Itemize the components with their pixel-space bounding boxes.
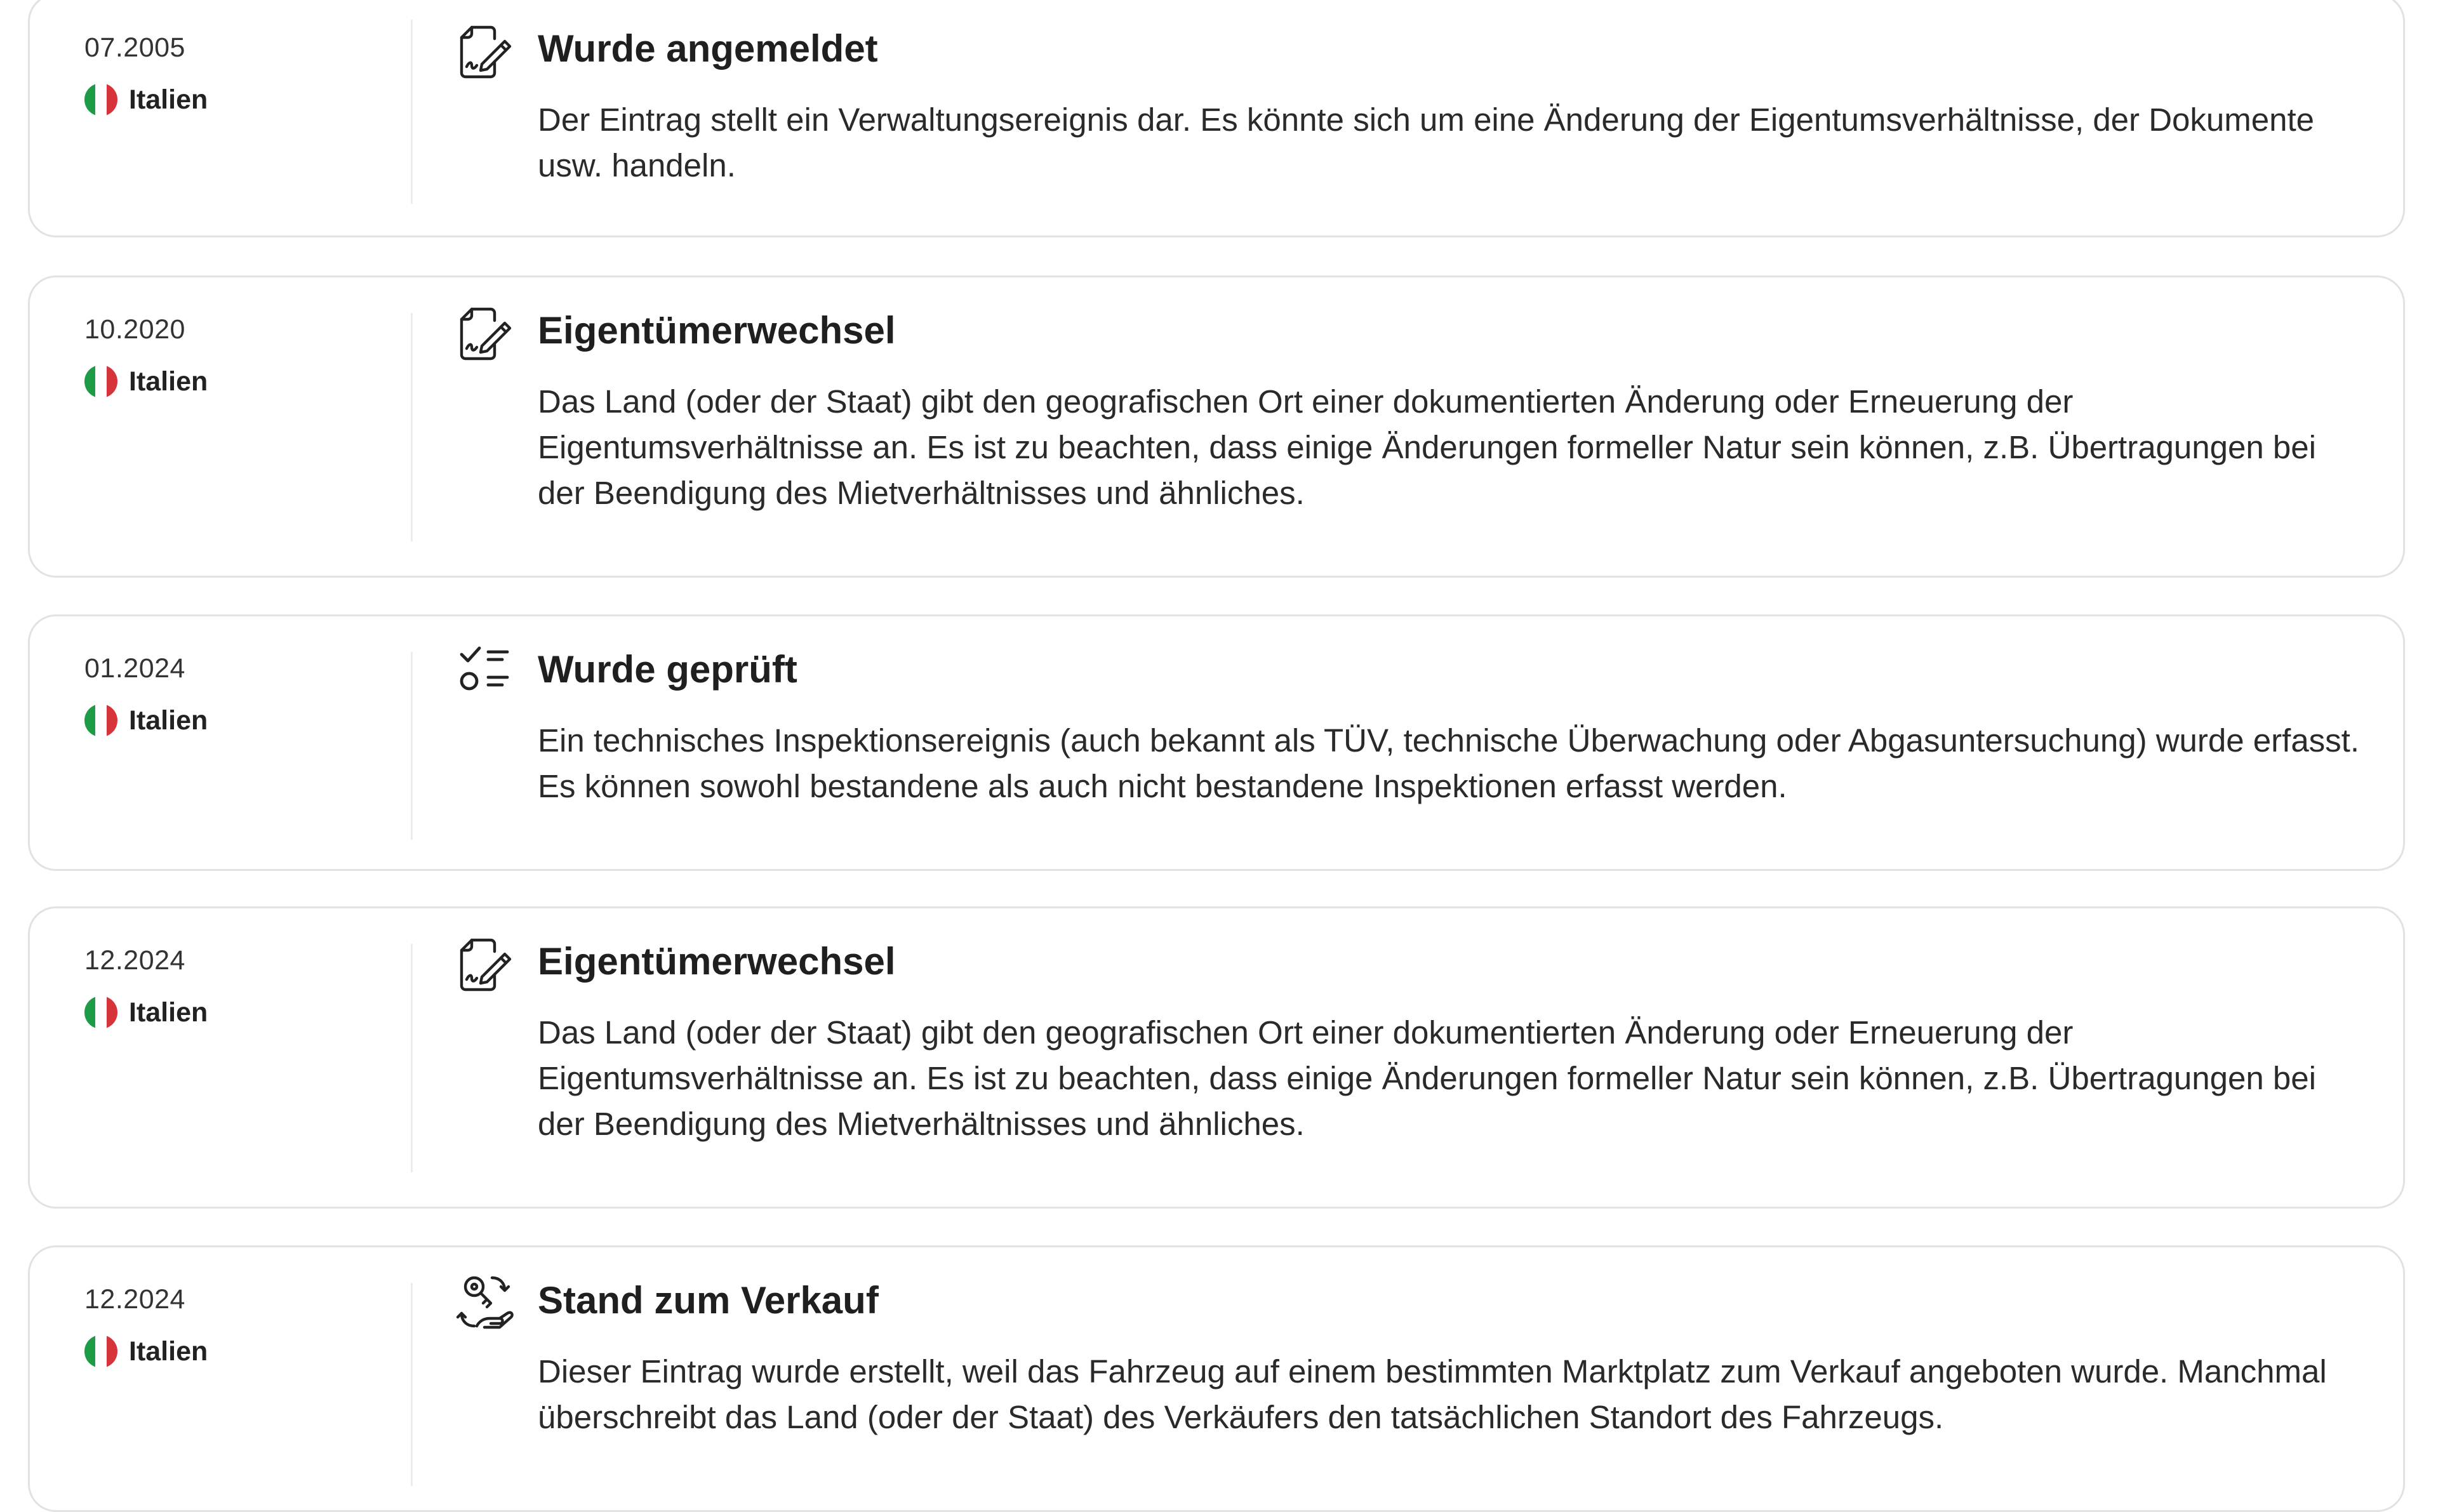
document-signature-icon bbox=[454, 18, 517, 82]
column-divider bbox=[411, 652, 413, 840]
event-description: Ein technisches Inspektionsereignis (auc… bbox=[538, 722, 2360, 804]
country-row: Italien bbox=[84, 83, 402, 116]
event-meta: 01.2024 Italien bbox=[84, 652, 402, 737]
checklist-icon bbox=[454, 639, 517, 703]
event-title: Wurde angemeldet bbox=[538, 27, 878, 70]
italy-flag-icon bbox=[84, 365, 117, 398]
event-meta: 10.2020 Italien bbox=[84, 313, 402, 398]
event-content: Eigentümerwechsel Das Land (oder der Sta… bbox=[538, 305, 2366, 516]
country-name: Italien bbox=[129, 366, 208, 397]
country-name: Italien bbox=[129, 705, 208, 736]
event-content: Wurde angemeldet Der Eintrag stellt ein … bbox=[538, 23, 2366, 189]
column-divider bbox=[411, 313, 413, 541]
country-row: Italien bbox=[84, 1335, 402, 1368]
event-description: Der Eintrag stellt ein Verwaltungsereign… bbox=[538, 102, 2315, 183]
italy-flag-icon bbox=[84, 704, 117, 737]
country-name: Italien bbox=[129, 1336, 208, 1367]
event-date: 01.2024 bbox=[84, 653, 185, 684]
italy-flag-icon bbox=[84, 83, 117, 116]
event-date: 07.2005 bbox=[84, 32, 185, 63]
event-date: 10.2020 bbox=[84, 314, 185, 345]
event-date: 12.2024 bbox=[84, 1284, 185, 1315]
event-card: 01.2024 Italien Wurde geprüft Ein techni… bbox=[28, 614, 2405, 871]
event-meta: 12.2024 Italien bbox=[84, 944, 402, 1029]
event-description: Das Land (oder der Staat) gibt den geogr… bbox=[538, 1014, 2316, 1142]
document-signature-icon bbox=[454, 300, 517, 364]
event-title: Wurde geprüft bbox=[538, 648, 797, 691]
event-meta: 12.2024 Italien bbox=[84, 1283, 402, 1368]
country-name: Italien bbox=[129, 997, 208, 1028]
event-meta: 07.2005 Italien bbox=[84, 31, 402, 116]
event-title: Eigentümerwechsel bbox=[538, 309, 896, 352]
column-divider bbox=[411, 944, 413, 1172]
event-content: Wurde geprüft Ein technisches Inspektion… bbox=[538, 644, 2366, 809]
event-content: Eigentümerwechsel Das Land (oder der Sta… bbox=[538, 936, 2366, 1147]
country-row: Italien bbox=[84, 996, 402, 1029]
italy-flag-icon bbox=[84, 996, 117, 1029]
event-date: 12.2024 bbox=[84, 945, 185, 976]
country-name: Italien bbox=[129, 84, 208, 115]
event-title: Eigentümerwechsel bbox=[538, 940, 896, 983]
event-description: Das Land (oder der Staat) gibt den geogr… bbox=[538, 383, 2316, 511]
column-divider bbox=[411, 1283, 413, 1486]
event-card: 07.2005 Italien Wurde angemeldet Der Ein… bbox=[28, 0, 2405, 237]
event-card: 12.2024 Italien Eigentümerwechsel Das La… bbox=[28, 906, 2405, 1209]
document-signature-icon bbox=[454, 931, 517, 995]
column-divider bbox=[411, 20, 413, 204]
country-row: Italien bbox=[84, 365, 402, 398]
country-row: Italien bbox=[84, 704, 402, 737]
italy-flag-icon bbox=[84, 1335, 117, 1368]
event-content: Stand zum Verkauf Dieser Eintrag wurde e… bbox=[538, 1275, 2366, 1440]
event-card: 12.2024 Italien Stand zum Verkauf Dieser… bbox=[28, 1245, 2405, 1512]
event-card: 10.2020 Italien Eigentümerwechsel Das La… bbox=[28, 275, 2405, 578]
key-exchange-icon bbox=[454, 1270, 517, 1334]
event-title: Stand zum Verkauf bbox=[538, 1279, 879, 1322]
event-description: Dieser Eintrag wurde erstellt, weil das … bbox=[538, 1353, 2327, 1435]
